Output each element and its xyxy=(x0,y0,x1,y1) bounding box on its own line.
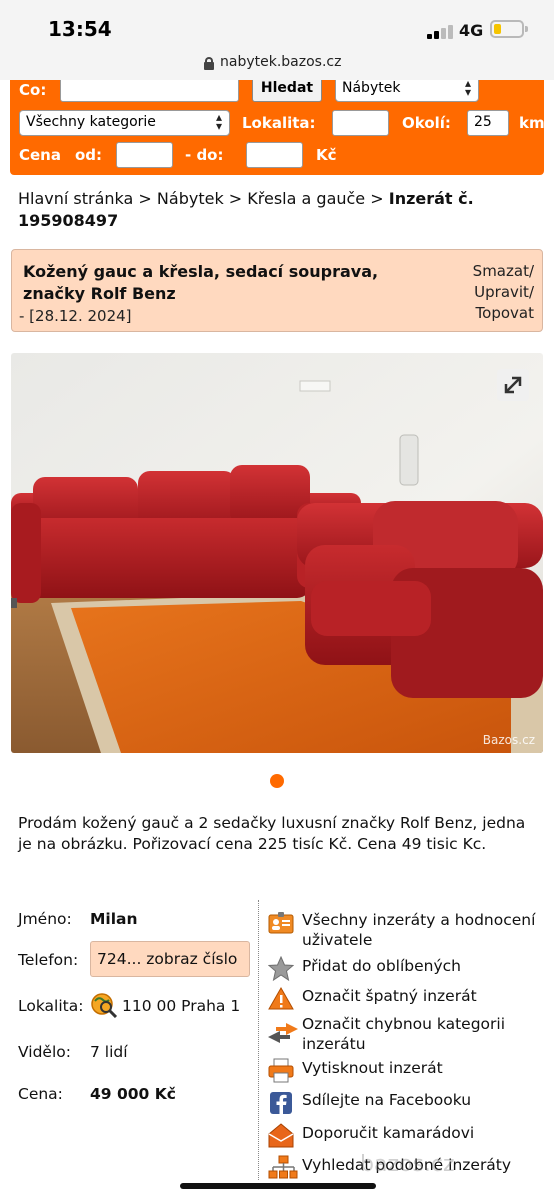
address-bar[interactable]: nabytek.bazos.cz xyxy=(0,50,554,80)
show-phone-button[interactable]: 724... zobraz číslo xyxy=(90,941,250,977)
url-text: nabytek.bazos.cz xyxy=(220,54,342,70)
photo-watermark: Bazos.cz xyxy=(482,733,535,747)
action-label: Označit špatný inzerát xyxy=(302,987,477,1005)
search-form: Co: Hledat Nábytek ▴ ▾ Všechny kategorie … xyxy=(10,80,544,175)
action-label: Doporučit kamarádovi xyxy=(302,1124,475,1142)
updown-chevron-icon: ▴ ▾ xyxy=(464,80,471,99)
seller-location[interactable]: 110 00 Praha 1 xyxy=(122,997,240,1015)
seen-label: Vidělo: xyxy=(18,1043,71,1061)
sofa-photo xyxy=(11,353,543,753)
price-value: 49 000 Kč xyxy=(90,1085,176,1103)
okoli-label: Okolí: xyxy=(402,114,451,132)
name-label: Jméno: xyxy=(18,910,72,928)
price-to-label: - do: xyxy=(185,146,224,164)
co-label: Co: xyxy=(19,81,47,99)
report-category-link[interactable]: Označit chybnou kategorii inzerátu xyxy=(268,1014,548,1056)
column-divider xyxy=(258,900,259,1180)
price-to-input[interactable] xyxy=(246,142,303,168)
facebook-icon xyxy=(270,1092,292,1114)
breadcrumb: Hlavní stránka > Nábytek > Křesla a gauč… xyxy=(18,188,538,232)
updown-chevron-icon: ▴ ▾ xyxy=(215,110,222,133)
price-label: Cena xyxy=(19,146,61,164)
breadcrumb-section[interactable]: Nábytek xyxy=(157,189,224,208)
price-from-input[interactable] xyxy=(116,142,173,168)
printer-icon xyxy=(268,1058,294,1083)
sitemap-icon xyxy=(268,1155,298,1179)
listing-title: Kožený gauc a křesla, sedací souprava, z… xyxy=(23,262,379,303)
breadcrumb-separator: > xyxy=(365,189,389,208)
section-select[interactable]: Nábytek ▴ ▾ xyxy=(335,80,479,102)
arrows-icon xyxy=(268,1023,298,1043)
breadcrumb-home[interactable]: Hlavní stránka xyxy=(18,189,133,208)
report-listing-link[interactable]: Označit špatný inzerát xyxy=(268,986,548,1012)
warning-icon xyxy=(268,986,294,1010)
gallery-dot-active[interactable] xyxy=(270,774,284,788)
page-watermark: bazos.cz xyxy=(360,1152,455,1177)
action-label: Přidat do oblíbených xyxy=(302,957,461,975)
expand-icon xyxy=(504,376,522,394)
listing-owner-actions: Smazat/ Upravit/ Topovat xyxy=(473,261,534,324)
currency-label: Kč xyxy=(316,146,337,164)
battery-icon xyxy=(490,20,528,38)
action-label: Vytisknout inzerát xyxy=(302,1059,443,1077)
star-icon xyxy=(268,956,294,982)
section-select-value: Nábytek xyxy=(342,80,401,96)
clock: 13:54 xyxy=(48,17,112,41)
listing-photo[interactable]: Bazos.cz xyxy=(11,353,543,753)
print-listing-link[interactable]: Vytisknout inzerát xyxy=(268,1058,548,1084)
map-search-icon xyxy=(91,993,118,1018)
edit-link[interactable]: Upravit/ xyxy=(473,282,534,303)
lokalita-label: Lokalita: xyxy=(242,114,316,132)
delete-link[interactable]: Smazat/ xyxy=(473,261,534,282)
share-facebook-link[interactable]: Sdílejte na Facebooku xyxy=(268,1090,548,1116)
network-type: 4G xyxy=(459,21,484,40)
category-select[interactable]: Všechny kategorie ▴ ▾ xyxy=(19,110,230,136)
location-input[interactable] xyxy=(332,110,389,136)
location-label: Lokalita: xyxy=(18,997,84,1015)
top-link[interactable]: Topovat xyxy=(473,303,534,324)
breadcrumb-separator: > xyxy=(133,189,157,208)
action-label: Všechny inzeráty a hodnocení uživatele xyxy=(302,911,536,949)
breadcrumb-separator: > xyxy=(223,189,248,208)
seller-name: Milan xyxy=(90,910,138,928)
fullscreen-button[interactable] xyxy=(497,369,529,401)
add-favorite-link[interactable]: Přidat do oblíbených xyxy=(268,956,548,982)
listing-description: Prodám kožený gauč a 2 sedačky luxusní z… xyxy=(18,814,526,853)
phone-label: Telefon: xyxy=(18,951,79,969)
price-from-label: od: xyxy=(75,146,103,164)
listing-date: - [28.12. 2024] xyxy=(19,307,132,325)
action-label: Sdílejte na Facebooku xyxy=(302,1091,472,1109)
listing-header: Kožený gauc a křesla, sedací souprava, z… xyxy=(11,249,543,332)
category-select-value: Všechny kategorie xyxy=(26,114,156,130)
radius-input[interactable]: 25 xyxy=(467,110,509,136)
status-bar: 13:54 4G xyxy=(0,0,554,50)
home-indicator[interactable] xyxy=(180,1183,376,1189)
all-user-listings-link[interactable]: Všechny inzeráty a hodnocení uživatele xyxy=(268,910,548,952)
breadcrumb-category[interactable]: Křesla a gauče xyxy=(247,189,365,208)
lock-icon xyxy=(204,57,214,70)
action-label: Označit chybnou kategorii inzerátu xyxy=(302,1015,506,1053)
keyword-input[interactable] xyxy=(60,80,239,102)
search-button[interactable]: Hledat xyxy=(252,80,322,102)
user-card-icon xyxy=(268,912,294,934)
envelope-icon xyxy=(268,1123,294,1148)
recommend-friend-link[interactable]: Doporučit kamarádovi xyxy=(268,1123,548,1149)
km-label: km xyxy=(519,114,544,132)
price-label-detail: Cena: xyxy=(18,1085,63,1103)
seen-count: 7 lidí xyxy=(90,1043,128,1061)
signal-icon xyxy=(427,21,453,39)
